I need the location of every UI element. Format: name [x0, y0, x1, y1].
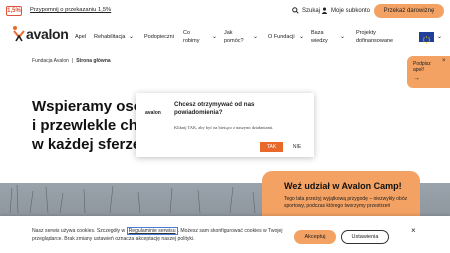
logo-text: avalon — [26, 26, 69, 42]
nav-fundacja-chevron[interactable]: ⌄ — [299, 34, 304, 41]
notification-prompt: avalon Chcesz otrzymywać od nas powiadom… — [136, 93, 314, 157]
user-icon — [321, 7, 328, 14]
close-icon[interactable]: × — [442, 58, 446, 64]
cookie-text-before: Nasz serwis używa cookies. Szczegóły w — [32, 228, 127, 234]
eu-flag-icon[interactable] — [419, 32, 434, 44]
nav-co-chevron[interactable]: ⌄ — [212, 34, 217, 41]
breadcrumb-separator: | — [71, 58, 74, 64]
nav-projekty[interactable]: Projekty — [356, 30, 376, 37]
search-button[interactable]: Szukaj — [292, 7, 320, 14]
account-label: Moje subkonto — [331, 7, 371, 14]
search-label: Szukaj — [302, 7, 321, 14]
nav-podopieczni[interactable]: Podopieczni — [144, 34, 174, 41]
cookie-settings-button[interactable]: Ustawienia — [341, 230, 389, 244]
chevron-down-icon[interactable]: ⌄ — [437, 33, 442, 40]
eu-stars-icon — [422, 36, 431, 44]
notification-yes-button[interactable]: TAK — [260, 142, 283, 152]
notification-no-button[interactable]: NIE — [288, 142, 306, 152]
nav-baza[interactable]: Baza — [311, 30, 324, 37]
top-bar: 1,5% Przypomnij o przekazaniu 1,5% Szuka… — [0, 0, 450, 22]
close-icon[interactable]: × — [411, 226, 416, 235]
logo[interactable]: avalon — [12, 25, 69, 43]
notification-logo: avalon — [145, 110, 161, 116]
cookie-text: Nasz serwis używa cookies. Szczegóły w R… — [32, 227, 287, 243]
nav-jak-chevron[interactable]: ⌄ — [253, 34, 258, 41]
one-percent-badge[interactable]: 1,5% — [6, 6, 22, 16]
nav-rehab-chevron[interactable]: ⌄ — [129, 34, 134, 41]
breadcrumb-home[interactable]: Fundacja Avalon — [32, 58, 69, 64]
camp-title: Weź udział w Avalon Camp! — [284, 181, 402, 191]
nav-co[interactable]: Co — [183, 30, 190, 37]
nav-apel[interactable]: Apel — [75, 34, 86, 41]
camp-text: Tego lata przeżyj wyjątkową przygodę – n… — [284, 196, 408, 209]
regulations-link[interactable]: Regulaminie serwisu — [126, 227, 178, 235]
accept-cookies-button[interactable]: Akceptuj — [294, 230, 336, 244]
nav-rehabilitacja[interactable]: Rehabilitacja — [94, 34, 126, 41]
nav-wiedzy[interactable]: wiedzy — [311, 38, 328, 45]
arrow-right-icon: → — [413, 75, 420, 82]
nav-jak[interactable]: Jak — [224, 30, 233, 37]
nav-o-fundacji[interactable]: O Fundacji — [268, 34, 295, 41]
search-icon — [292, 7, 299, 14]
breadcrumb-current: Strona główna — [76, 58, 111, 64]
nav-baza-chevron[interactable]: ⌄ — [340, 34, 345, 41]
notification-hint: Kliknij TAK, aby być na bieżąco z naszym… — [174, 125, 274, 130]
petition-tab[interactable]: Podpisz apel! → × — [407, 56, 450, 88]
account-button[interactable]: Moje subkonto — [321, 7, 370, 14]
donate-button[interactable]: Przekaż darowiznę — [374, 4, 444, 18]
nav-robimy[interactable]: robimy — [183, 38, 200, 45]
avalon-logo-icon — [13, 26, 25, 42]
nav-dofinansowane[interactable]: dofinansowane — [356, 38, 393, 45]
reeds-image — [9, 184, 256, 213]
breadcrumb: Fundacja Avalon | Strona główna — [32, 58, 111, 64]
nav-pomoc[interactable]: pomóc? — [224, 38, 244, 45]
remind-link[interactable]: Przypomnij o przekazaniu 1,5% — [30, 7, 111, 13]
petition-line-2: apel! — [413, 67, 424, 73]
notification-question: Chcesz otrzymywać od nas powiadomienia? — [174, 101, 255, 116]
